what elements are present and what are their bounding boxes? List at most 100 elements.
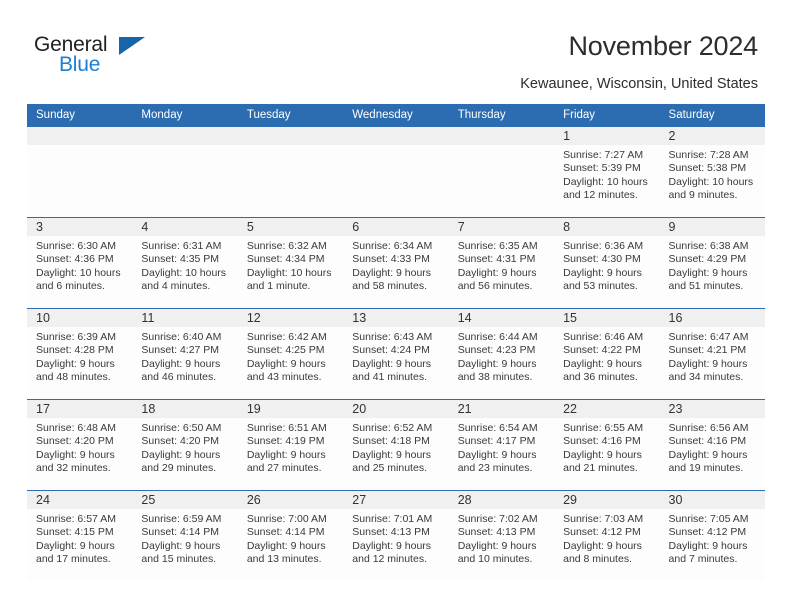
day-number[interactable]: 14 bbox=[449, 309, 554, 327]
day-cell[interactable]: Sunrise: 6:44 AM Sunset: 4:23 PM Dayligh… bbox=[449, 327, 554, 399]
day-number[interactable]: 19 bbox=[238, 400, 343, 418]
sunset-text: Sunset: 5:38 PM bbox=[668, 162, 747, 175]
day-cell[interactable] bbox=[132, 145, 237, 217]
day-number[interactable]: 6 bbox=[343, 218, 448, 236]
day-number[interactable]: 23 bbox=[660, 400, 765, 418]
day-cell[interactable]: Sunrise: 6:42 AM Sunset: 4:25 PM Dayligh… bbox=[238, 327, 343, 399]
daylight-line1: Daylight: 9 hours bbox=[352, 539, 432, 552]
daylight-line2: and 27 minutes. bbox=[246, 462, 322, 475]
day-number[interactable]: 16 bbox=[660, 309, 765, 327]
day-number[interactable]: 17 bbox=[27, 400, 132, 418]
day-number[interactable] bbox=[132, 127, 237, 145]
day-cell[interactable]: Sunrise: 6:56 AM Sunset: 4:16 PM Dayligh… bbox=[660, 418, 765, 490]
sunrise-text: Sunrise: 7:01 AM bbox=[352, 513, 433, 525]
day-number[interactable]: 9 bbox=[660, 218, 765, 236]
day-number[interactable]: 11 bbox=[132, 309, 237, 327]
day-number[interactable] bbox=[449, 127, 554, 145]
day-cell[interactable]: Sunrise: 6:32 AM Sunset: 4:34 PM Dayligh… bbox=[238, 236, 343, 308]
sunset-text: Sunset: 4:13 PM bbox=[352, 526, 430, 539]
day-number[interactable]: 29 bbox=[554, 491, 659, 509]
day-number[interactable]: 5 bbox=[238, 218, 343, 236]
calendar-week-row: 1 2 Sunrise: 7:27 AM Sunset: 5:39 PM Day… bbox=[27, 126, 765, 217]
day-cell[interactable]: Sunrise: 7:05 AM Sunset: 4:12 PM Dayligh… bbox=[660, 509, 765, 581]
daylight-line1: Daylight: 9 hours bbox=[563, 266, 642, 279]
day-number[interactable]: 27 bbox=[343, 491, 448, 509]
day-number[interactable]: 1 bbox=[554, 127, 659, 145]
day-cell[interactable]: Sunrise: 6:40 AM Sunset: 4:27 PM Dayligh… bbox=[132, 327, 237, 399]
day-number[interactable]: 28 bbox=[449, 491, 554, 509]
day-cell[interactable]: Sunrise: 6:47 AM Sunset: 4:21 PM Dayligh… bbox=[660, 327, 765, 399]
day-number[interactable]: 12 bbox=[238, 309, 343, 327]
day-cell[interactable]: Sunrise: 6:36 AM Sunset: 4:30 PM Dayligh… bbox=[554, 236, 659, 308]
day-number[interactable]: 30 bbox=[660, 491, 765, 509]
day-number[interactable]: 10 bbox=[27, 309, 132, 327]
day-cell[interactable]: Sunrise: 7:27 AM Sunset: 5:39 PM Dayligh… bbox=[554, 145, 659, 217]
day-cell[interactable]: Sunrise: 6:31 AM Sunset: 4:35 PM Dayligh… bbox=[132, 236, 237, 308]
day-number[interactable]: 20 bbox=[343, 400, 448, 418]
day-cell[interactable]: Sunrise: 6:43 AM Sunset: 4:24 PM Dayligh… bbox=[343, 327, 448, 399]
sunset-text: Sunset: 4:22 PM bbox=[563, 344, 641, 357]
day-number[interactable]: 4 bbox=[132, 218, 237, 236]
day-number[interactable]: 21 bbox=[449, 400, 554, 418]
day-cell[interactable] bbox=[238, 145, 343, 217]
brand-logo[interactable]: General Blue bbox=[34, 33, 164, 81]
calendar-week-row: 10 11 12 13 14 15 16 Sunrise: 6:39 AM Su… bbox=[27, 308, 765, 399]
daylight-line2: and 12 minutes. bbox=[563, 189, 638, 202]
day-cell[interactable]: Sunrise: 6:46 AM Sunset: 4:22 PM Dayligh… bbox=[554, 327, 659, 399]
day-cell[interactable]: Sunrise: 6:48 AM Sunset: 4:20 PM Dayligh… bbox=[27, 418, 132, 490]
day-cell[interactable]: Sunrise: 7:03 AM Sunset: 4:12 PM Dayligh… bbox=[554, 509, 659, 581]
sunset-text: Sunset: 4:29 PM bbox=[668, 253, 747, 266]
day-cell[interactable]: Sunrise: 6:57 AM Sunset: 4:15 PM Dayligh… bbox=[27, 509, 132, 581]
day-cell[interactable]: Sunrise: 6:51 AM Sunset: 4:19 PM Dayligh… bbox=[238, 418, 343, 490]
day-number[interactable]: 15 bbox=[554, 309, 659, 327]
daylight-line1: Daylight: 10 hours bbox=[668, 175, 754, 188]
day-cell[interactable]: Sunrise: 6:34 AM Sunset: 4:33 PM Dayligh… bbox=[343, 236, 448, 308]
day-number[interactable]: 24 bbox=[27, 491, 132, 509]
day-cell[interactable]: Sunrise: 6:39 AM Sunset: 4:28 PM Dayligh… bbox=[27, 327, 132, 399]
day-cell[interactable]: Sunrise: 6:35 AM Sunset: 4:31 PM Dayligh… bbox=[449, 236, 554, 308]
page-title: November 2024 bbox=[568, 31, 758, 61]
day-cell[interactable] bbox=[449, 145, 554, 217]
day-cell[interactable]: Sunrise: 7:02 AM Sunset: 4:13 PM Dayligh… bbox=[449, 509, 554, 581]
day-cell[interactable] bbox=[343, 145, 448, 217]
sunset-text: Sunset: 4:19 PM bbox=[246, 435, 325, 448]
day-number[interactable] bbox=[238, 127, 343, 145]
day-cell[interactable]: Sunrise: 6:55 AM Sunset: 4:16 PM Dayligh… bbox=[554, 418, 659, 490]
day-number[interactable]: 2 bbox=[660, 127, 765, 145]
day-cell[interactable]: Sunrise: 7:01 AM Sunset: 4:13 PM Dayligh… bbox=[343, 509, 448, 581]
day-cell[interactable]: Sunrise: 7:28 AM Sunset: 5:38 PM Dayligh… bbox=[660, 145, 765, 217]
sunset-text: Sunset: 5:39 PM bbox=[563, 162, 641, 175]
daylight-line2: and 8 minutes. bbox=[563, 553, 632, 566]
sunset-text: Sunset: 4:15 PM bbox=[36, 526, 114, 539]
sunrise-text: Sunrise: 6:34 AM bbox=[352, 240, 433, 252]
daylight-line1: Daylight: 9 hours bbox=[246, 357, 326, 370]
day-cell[interactable]: Sunrise: 6:38 AM Sunset: 4:29 PM Dayligh… bbox=[660, 236, 765, 308]
day-number[interactable]: 8 bbox=[554, 218, 659, 236]
day-cell[interactable]: Sunrise: 7:00 AM Sunset: 4:14 PM Dayligh… bbox=[238, 509, 343, 581]
day-cell[interactable]: Sunrise: 6:50 AM Sunset: 4:20 PM Dayligh… bbox=[132, 418, 237, 490]
day-number[interactable]: 22 bbox=[554, 400, 659, 418]
day-number[interactable]: 7 bbox=[449, 218, 554, 236]
sunset-text: Sunset: 4:14 PM bbox=[141, 526, 220, 539]
day-number[interactable]: 18 bbox=[132, 400, 237, 418]
sunset-text: Sunset: 4:20 PM bbox=[141, 435, 220, 448]
day-cell[interactable]: Sunrise: 6:30 AM Sunset: 4:36 PM Dayligh… bbox=[27, 236, 132, 308]
day-number[interactable] bbox=[27, 127, 132, 145]
sunrise-text: Sunrise: 6:30 AM bbox=[36, 240, 116, 252]
sunrise-text: Sunrise: 6:55 AM bbox=[563, 422, 644, 434]
day-cell[interactable]: Sunrise: 6:52 AM Sunset: 4:18 PM Dayligh… bbox=[343, 418, 448, 490]
day-cell[interactable]: Sunrise: 6:54 AM Sunset: 4:17 PM Dayligh… bbox=[449, 418, 554, 490]
sunrise-text: Sunrise: 6:46 AM bbox=[563, 331, 644, 343]
day-number[interactable]: 26 bbox=[238, 491, 343, 509]
day-number[interactable]: 3 bbox=[27, 218, 132, 236]
daylight-line1: Daylight: 9 hours bbox=[457, 357, 537, 370]
day-number[interactable]: 13 bbox=[343, 309, 448, 327]
day-cell[interactable] bbox=[27, 145, 132, 217]
daylight-line1: Daylight: 9 hours bbox=[563, 539, 642, 552]
day-cell[interactable]: Sunrise: 6:59 AM Sunset: 4:14 PM Dayligh… bbox=[132, 509, 237, 581]
sunset-text: Sunset: 4:16 PM bbox=[668, 435, 747, 448]
day-number[interactable]: 25 bbox=[132, 491, 237, 509]
day-number[interactable] bbox=[343, 127, 448, 145]
calendar-week-row: 17 18 19 20 21 22 23 Sunrise: 6:48 AM Su… bbox=[27, 399, 765, 490]
sunrise-text: Sunrise: 7:00 AM bbox=[246, 513, 327, 525]
